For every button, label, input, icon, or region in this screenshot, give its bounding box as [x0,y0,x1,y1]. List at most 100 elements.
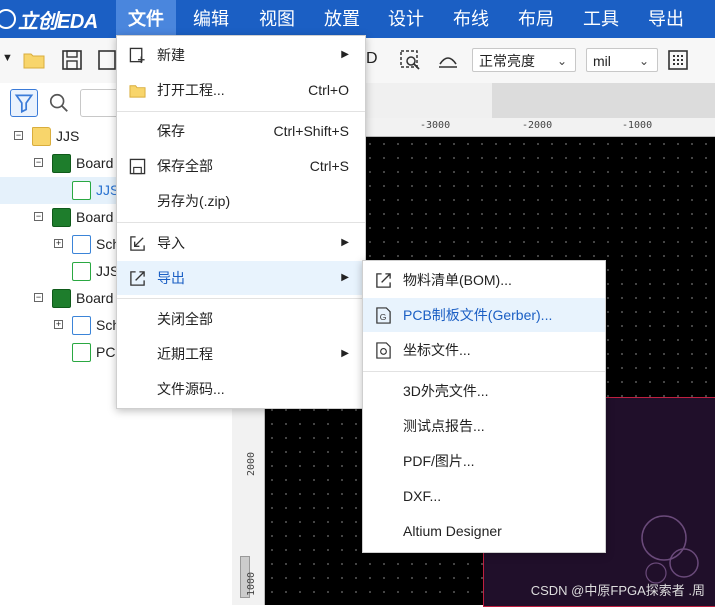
logo-icon [0,9,16,29]
submenu-arrow-icon: ▶ [341,49,349,60]
menu-item-recent-projects[interactable]: 近期工程 ▶ [117,337,365,371]
menu-place[interactable]: 放置 [317,0,367,38]
submenu-item-gerber[interactable]: G PCB制板文件(Gerber)... [363,298,605,332]
menu-design[interactable]: 设计 [381,0,431,38]
save-all-icon[interactable] [96,48,116,72]
board-icon [52,289,71,308]
save-icon [129,158,146,175]
menu-label: 打开工程... [157,82,225,98]
brightness-value: 正常亮度 [479,53,535,69]
svg-text:G: G [380,312,387,322]
menu-item-import[interactable]: 导入 ▶ [117,226,365,260]
grid-icon[interactable] [666,48,690,72]
submenu-item-pdf-image[interactable]: PDF/图片... [363,444,605,478]
new-file-icon [129,47,145,64]
watermark: CSDN @中原FPGA探索者 .周 [530,583,705,598]
collapse-icon[interactable]: − [34,293,43,302]
pcb-icon [72,262,91,281]
dropdown-arrow-icon[interactable]: ▼ [2,52,13,64]
tree-label: PC [96,344,116,360]
ruler-label: -3000 [420,120,451,131]
menu-item-close-all[interactable]: 关闭全部 [117,302,365,336]
menu-label: 保存全部 [157,158,213,174]
submenu-arrow-icon: ▶ [341,272,349,283]
menu-file[interactable]: 文件 [116,0,176,38]
ruler-label: -2000 [522,120,553,131]
submenu-item-altium[interactable]: Altium Designer [363,514,605,548]
board-icon [52,154,71,173]
toolbar-3d-label[interactable]: D [366,50,378,68]
brightness-select[interactable]: 正常亮度 ⌄ [472,48,576,72]
submenu-item-coordinates[interactable]: 坐标文件... [363,333,605,367]
pcb-icon [72,343,91,362]
menu-route[interactable]: 布线 [446,0,496,38]
menu-item-file-source[interactable]: 文件源码... [117,372,365,406]
menu-label: 近期工程 [157,346,213,362]
menu-label: 关闭全部 [157,311,213,327]
export-icon [130,271,145,286]
submenu-item-dxf[interactable]: DXF... [363,479,605,513]
submenu-arrow-icon: ▶ [341,348,349,359]
expand-icon[interactable]: + [54,239,63,248]
menu-edit[interactable]: 编辑 [186,0,236,38]
menu-tools[interactable]: 工具 [576,0,626,38]
external-export-icon [376,273,391,288]
ruler-label: -1000 [622,120,653,131]
filter-button[interactable] [10,89,38,117]
menu-item-save-all[interactable]: 保存全部 Ctrl+S [117,149,365,183]
collapse-icon[interactable]: − [14,131,23,140]
menu-item-save-as-zip[interactable]: 另存为(.zip) [117,184,365,218]
menu-item-save[interactable]: 保存 Ctrl+Shift+S [117,114,365,148]
menu-shortcut: Ctrl+S [309,158,349,174]
open-folder-icon[interactable] [22,48,46,72]
menu-label: 坐标文件... [403,342,471,358]
app-logo: 立创EDA [0,6,98,33]
save-icon[interactable] [60,48,84,72]
menu-label: Altium Designer [403,523,502,539]
menu-export[interactable]: 导出 [641,0,691,38]
menu-bar: 立创EDA 文件 编辑 视图 放置 设计 布线 布局 工具 导出 [0,0,715,38]
collapse-icon[interactable]: − [34,158,43,167]
search-icon[interactable] [48,92,70,114]
menu-layout[interactable]: 布局 [511,0,561,38]
menu-divider [117,111,365,112]
menu-label: 导出 [157,270,185,286]
schematic-icon [72,316,91,335]
menu-item-export[interactable]: 导出 ▶ [117,261,365,295]
menu-view[interactable]: 视图 [252,0,302,38]
menu-label: 物料清单(BOM)... [403,272,512,288]
ruler-label: 2000 [246,451,257,476]
menu-label: PCB制板文件(Gerber)... [403,307,553,323]
submenu-item-3d-shell[interactable]: 3D外壳文件... [363,374,605,408]
menu-divider [117,222,365,223]
menu-item-open-project[interactable]: 打开工程... Ctrl+O [117,73,365,107]
tree-label: Board [76,209,114,225]
menu-divider [117,298,365,299]
menu-shortcut: Ctrl+O [308,82,349,98]
menu-label: 3D外壳文件... [403,383,489,399]
menu-label: 文件源码... [157,381,225,397]
chevron-down-icon: ⌄ [638,54,649,68]
layer-flip-icon[interactable] [436,48,460,72]
menu-item-new[interactable]: 新建 ▶ [117,38,365,72]
logo-text: 立创EDA [18,10,98,33]
menu-label: 测试点报告... [403,418,485,434]
file-menu: 新建 ▶ 打开工程... Ctrl+O 保存 Ctrl+Shift+S 保存全部… [116,35,366,409]
zoom-area-icon[interactable] [398,48,422,72]
expand-icon[interactable]: + [54,320,63,329]
ruler-label: 1000 [246,571,257,596]
menu-shortcut: Ctrl+Shift+S [273,123,349,139]
filter-icon [14,94,34,114]
collapse-icon[interactable]: − [34,212,43,221]
gerber-file-icon: G [376,307,391,324]
submenu-item-bom[interactable]: 物料清单(BOM)... [363,263,605,297]
folder-icon [129,85,146,98]
unit-value: mil [593,53,611,69]
unit-select[interactable]: mil ⌄ [586,48,658,72]
chevron-down-icon: ⌄ [556,54,567,68]
menu-label: 导入 [157,235,185,251]
submenu-item-test-point-report[interactable]: 测试点报告... [363,409,605,443]
submenu-arrow-icon: ▶ [341,237,349,248]
menu-label: 新建 [157,47,185,63]
coordinate-file-icon [376,342,391,359]
